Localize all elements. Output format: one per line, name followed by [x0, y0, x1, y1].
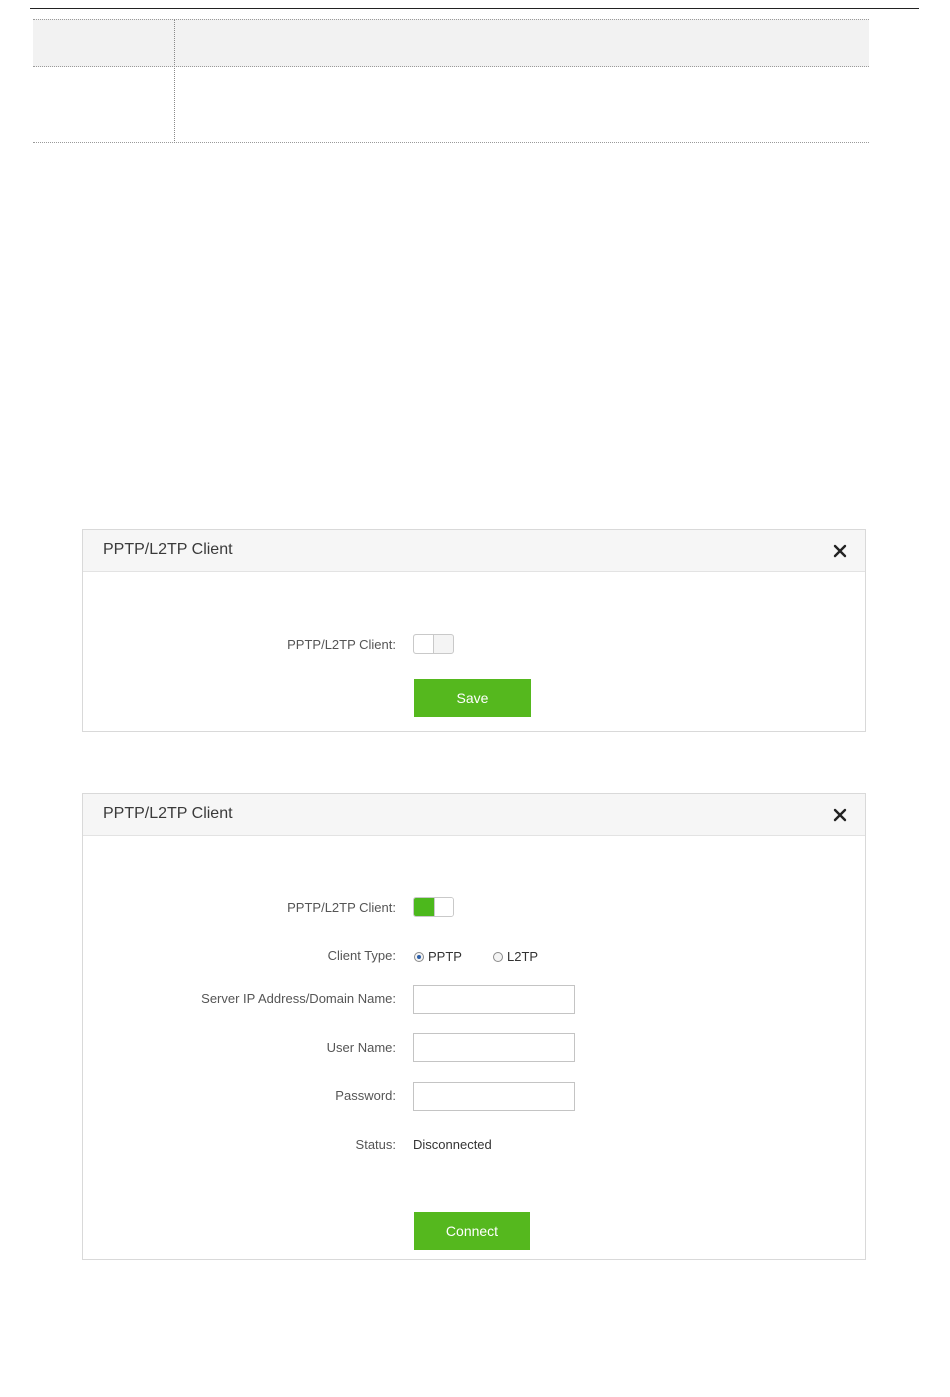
close-icon[interactable]: [831, 542, 849, 560]
pptp-radio[interactable]: [414, 951, 424, 962]
save-button[interactable]: Save: [414, 679, 531, 717]
username-input[interactable]: [413, 1033, 575, 1062]
pptp-l2tp-dialog-disabled: PPTP/L2TP Client PPTP/L2TP Client: Save: [82, 529, 866, 732]
table-row: [33, 67, 869, 143]
password-input[interactable]: [413, 1082, 575, 1111]
client-toggle-label: PPTP/L2TP Client:: [287, 637, 396, 652]
password-label: Password:: [335, 1088, 396, 1103]
toggle-knob: [414, 635, 434, 653]
status-label: Status:: [355, 1137, 396, 1152]
pptp-radio-label: PPTP: [428, 949, 462, 965]
dialog-header: PPTP/L2TP Client: [83, 530, 865, 572]
l2tp-radio[interactable]: [493, 951, 503, 962]
dialog-header: PPTP/L2TP Client: [83, 794, 865, 836]
client-toggle-label: PPTP/L2TP Client:: [287, 900, 396, 915]
close-icon[interactable]: [831, 806, 849, 824]
server-address-label: Server IP Address/Domain Name:: [201, 991, 396, 1006]
client-type-option-pptp[interactable]: PPTP: [414, 948, 462, 964]
pptp-l2tp-dialog-enabled: PPTP/L2TP Client PPTP/L2TP Client: Clien…: [82, 793, 866, 1260]
client-type-label: Client Type:: [327, 948, 396, 963]
server-address-input[interactable]: [413, 985, 575, 1014]
dialog-title: PPTP/L2TP Client: [103, 541, 233, 558]
client-toggle[interactable]: [413, 897, 454, 917]
table-header-row: [33, 19, 869, 67]
toggle-knob: [434, 898, 453, 916]
page-top-rule: [30, 8, 919, 9]
l2tp-radio-label: L2TP: [507, 949, 539, 965]
status-value: Disconnected: [413, 1137, 492, 1152]
table-column-divider: [174, 19, 175, 143]
toggle-fill: [414, 898, 434, 916]
client-toggle[interactable]: [413, 634, 454, 654]
username-label: User Name:: [326, 1040, 396, 1055]
dialog-title: PPTP/L2TP Client: [103, 805, 233, 822]
client-type-option-l2tp[interactable]: L2TP: [493, 948, 538, 964]
connect-button[interactable]: Connect: [414, 1212, 530, 1250]
document-table: [33, 19, 869, 143]
